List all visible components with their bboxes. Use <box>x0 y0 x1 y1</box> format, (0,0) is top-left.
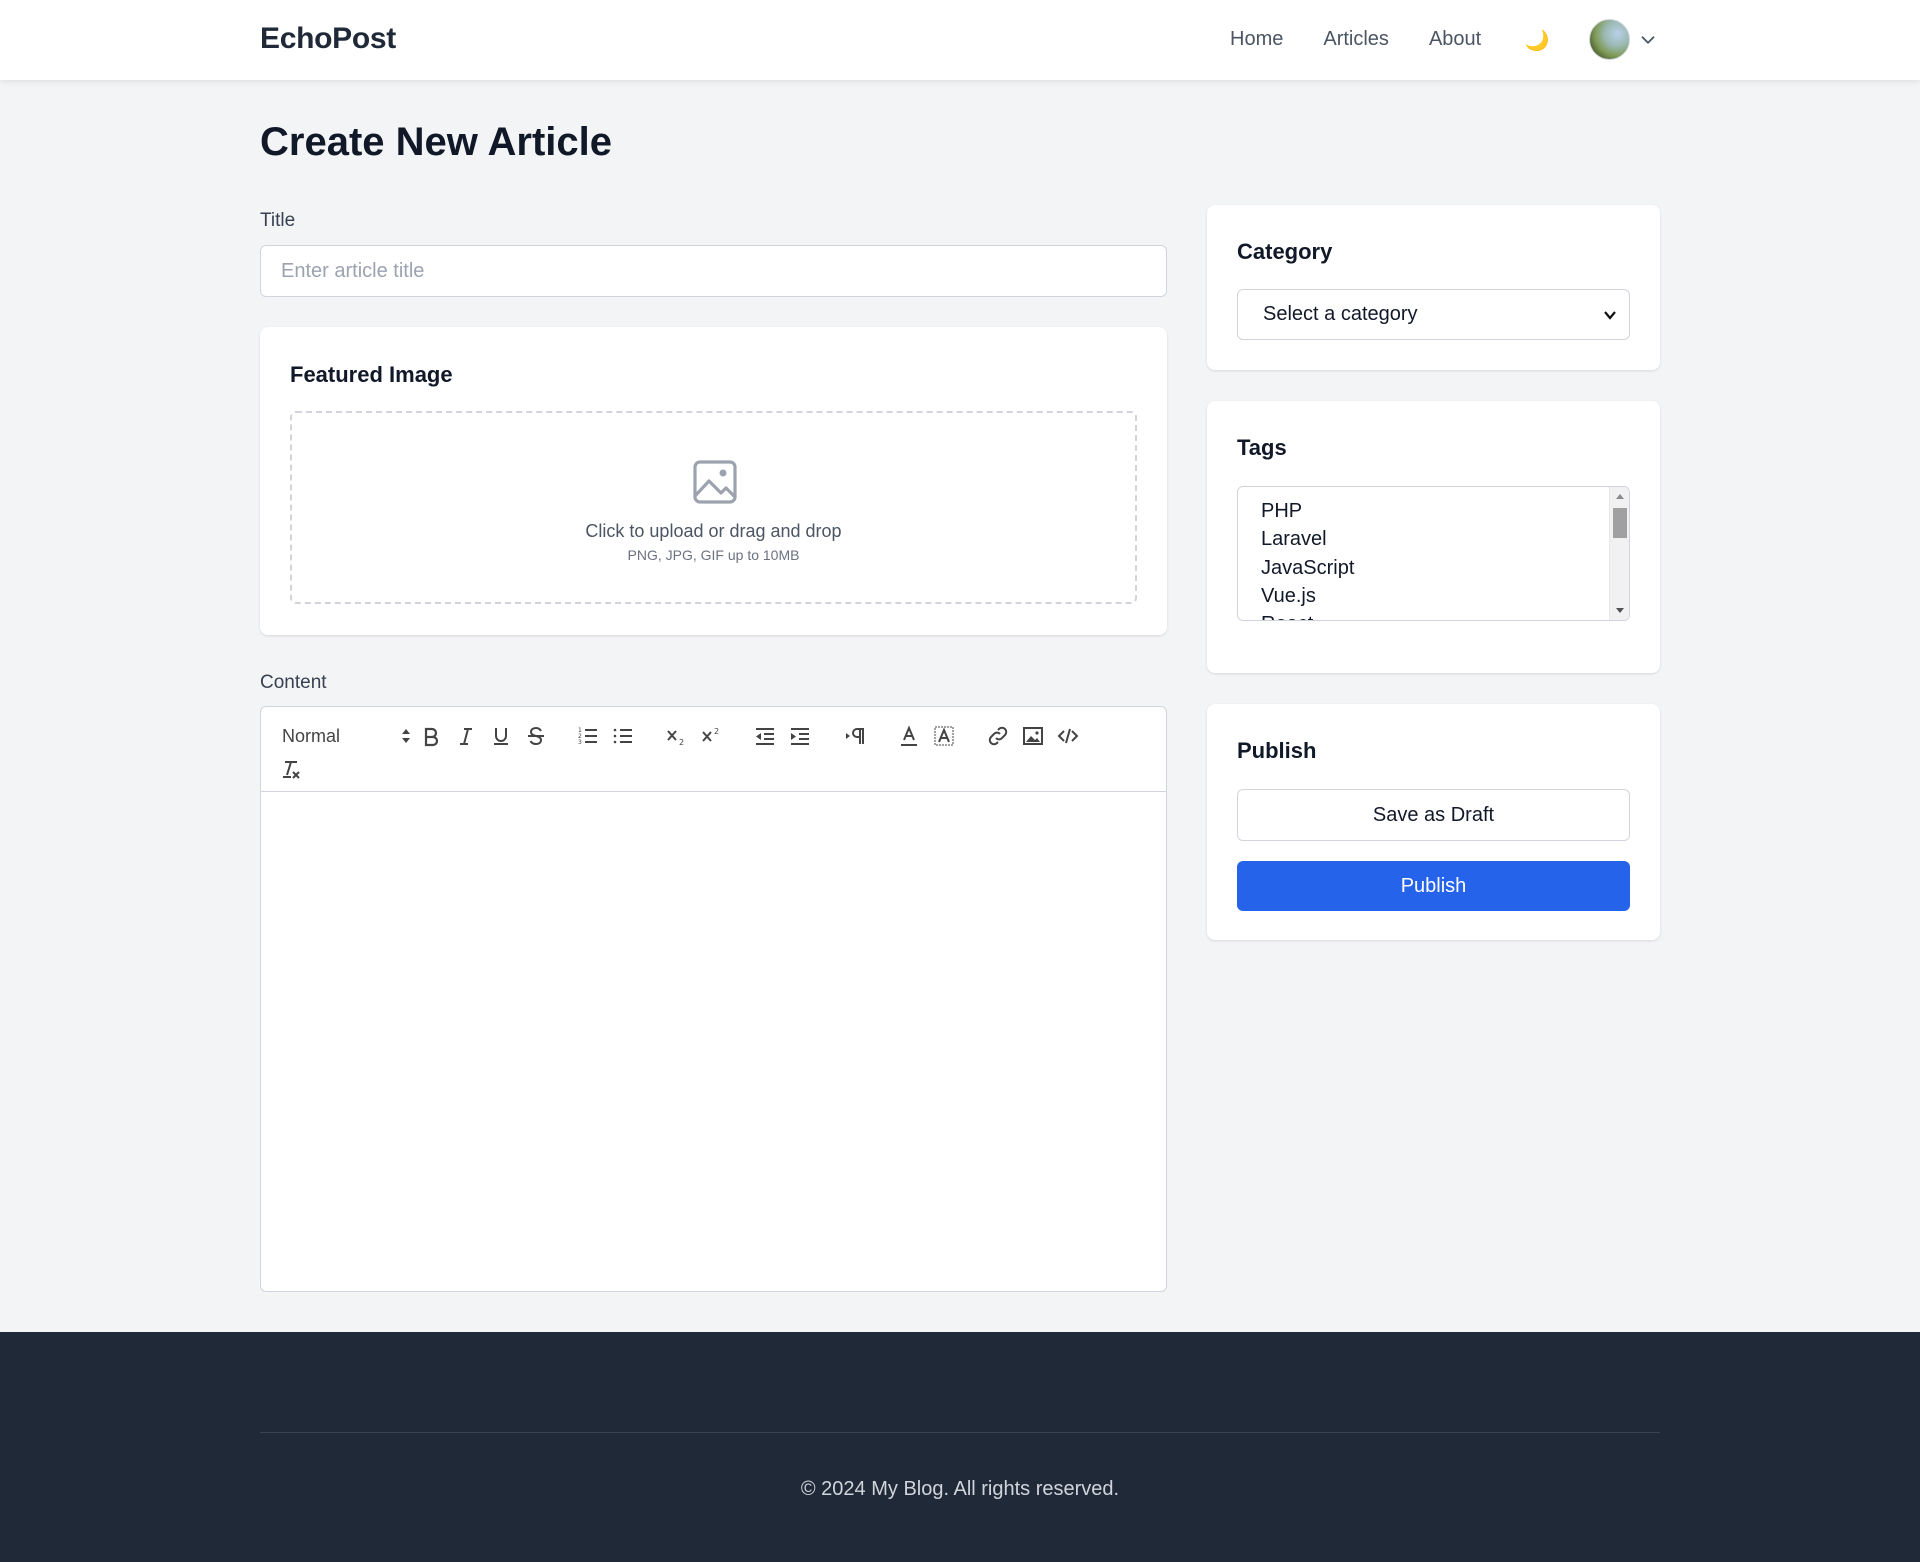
main-nav: Home Articles About <box>1230 28 1521 51</box>
image-icon <box>693 460 737 504</box>
strikethrough-icon[interactable] <box>524 724 548 748</box>
text-direction-icon[interactable] <box>843 724 867 748</box>
tag-option-laravel[interactable]: Laravel <box>1261 528 1327 551</box>
content-label: Content <box>260 672 327 693</box>
chevron-down-icon <box>1604 311 1616 320</box>
link-icon[interactable] <box>986 724 1010 748</box>
publish-card: Publish Save as Draft Publish <box>1207 704 1660 940</box>
up-down-arrows-icon <box>402 729 410 743</box>
scroll-up-icon[interactable] <box>1615 492 1625 502</box>
italic-icon[interactable] <box>454 724 478 748</box>
subscript-icon[interactable]: 2 <box>664 724 688 748</box>
featured-image-card: Featured Image Click to upload or drag a… <box>260 327 1167 635</box>
bullet-list-icon[interactable] <box>611 724 635 748</box>
tags-card: Tags PHP Laravel JavaScript Vue.js React <box>1207 401 1660 673</box>
scroll-down-icon[interactable] <box>1615 605 1625 615</box>
outdent-icon[interactable] <box>753 724 777 748</box>
upload-hint: PNG, JPG, GIF up to 10MB <box>627 547 800 563</box>
svg-text:3: 3 <box>578 739 582 746</box>
page-footer: © 2024 My Blog. All rights reserved. <box>0 1332 1920 1562</box>
scrollbar-thumb[interactable] <box>1613 508 1627 538</box>
bold-icon[interactable] <box>419 724 443 748</box>
nav-link-home[interactable]: Home <box>1230 28 1283 51</box>
upload-instructions: Click to upload or drag and drop <box>585 521 842 541</box>
avatar[interactable] <box>1589 19 1630 60</box>
title-input[interactable] <box>260 245 1167 297</box>
category-select[interactable]: Select a category <box>1237 289 1630 340</box>
top-navbar: EchoPost Home Articles About 🌙 <box>0 0 1920 80</box>
header-format-select[interactable]: Normal <box>282 724 412 748</box>
header-format-label: Normal <box>282 725 341 746</box>
footer-copyright: © 2024 My Blog. All rights reserved. <box>800 1478 1120 1500</box>
code-block-icon[interactable] <box>1056 724 1080 748</box>
rich-text-editor: Normal 123 2 2 <box>260 706 1167 1292</box>
tag-option-vuejs[interactable]: Vue.js <box>1261 585 1316 608</box>
ordered-list-icon[interactable]: 123 <box>576 724 600 748</box>
nav-link-articles[interactable]: Articles <box>1323 28 1389 51</box>
tag-option-javascript[interactable]: JavaScript <box>1261 557 1354 580</box>
svg-text:2: 2 <box>679 738 684 747</box>
tags-heading: Tags <box>1237 435 1287 460</box>
category-heading: Category <box>1237 239 1333 264</box>
featured-image-heading: Featured Image <box>290 362 453 387</box>
publish-heading: Publish <box>1237 738 1317 763</box>
indent-icon[interactable] <box>788 724 812 748</box>
save-draft-button[interactable]: Save as Draft <box>1237 789 1630 841</box>
category-card: Category Select a category <box>1207 205 1660 370</box>
editor-content-area[interactable] <box>261 793 1166 1291</box>
text-color-icon[interactable] <box>897 724 921 748</box>
image-insert-icon[interactable] <box>1021 724 1045 748</box>
clear-format-icon[interactable] <box>279 757 303 781</box>
underline-icon[interactable] <box>489 724 513 748</box>
brand-logo[interactable]: EchoPost <box>260 22 396 56</box>
user-menu[interactable] <box>1589 19 1659 60</box>
tags-multiselect[interactable]: PHP Laravel JavaScript Vue.js React <box>1237 486 1630 621</box>
title-label: Title <box>260 210 296 231</box>
tag-option-react[interactable]: React <box>1261 613 1313 620</box>
tag-option-php[interactable]: PHP <box>1261 500 1302 523</box>
publish-button[interactable]: Publish <box>1237 861 1630 911</box>
category-select-value: Select a category <box>1263 303 1418 325</box>
page-title: Create New Article <box>260 120 612 164</box>
tags-scrollbar[interactable] <box>1609 487 1629 620</box>
background-color-icon[interactable] <box>932 724 956 748</box>
superscript-icon[interactable]: 2 <box>699 724 723 748</box>
editor-toolbar: Normal 123 2 2 <box>261 707 1166 792</box>
image-dropzone[interactable]: Click to upload or drag and drop PNG, JP… <box>290 411 1137 604</box>
nav-link-about[interactable]: About <box>1429 28 1481 51</box>
svg-text:2: 2 <box>714 727 719 736</box>
chevron-down-icon <box>1641 35 1655 44</box>
footer-divider <box>260 1432 1660 1433</box>
moon-icon[interactable]: 🌙 <box>1524 28 1550 54</box>
